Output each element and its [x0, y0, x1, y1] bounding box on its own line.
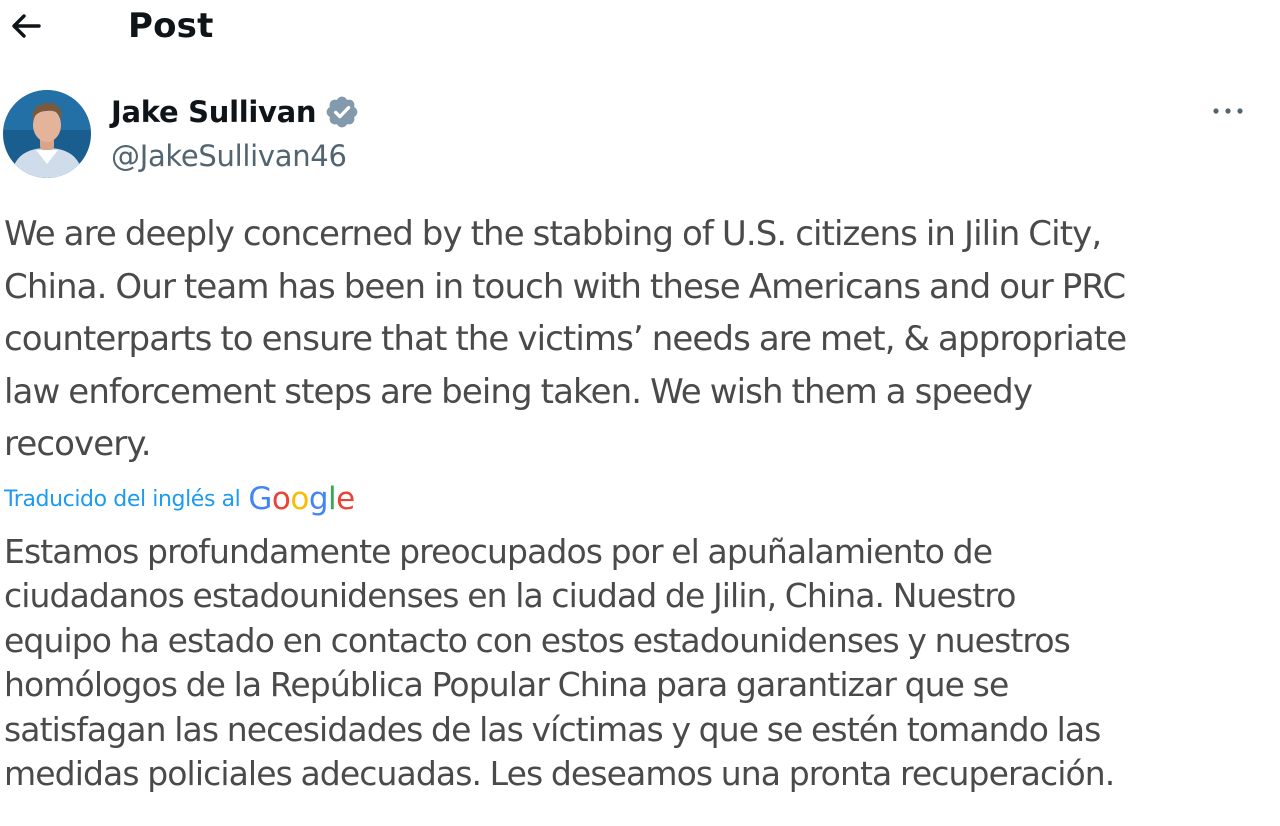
translation-attribution: Traducido del inglés al Google — [4, 480, 355, 520]
more-options-button[interactable] — [1206, 96, 1250, 126]
top-bar: Post — [0, 0, 1280, 60]
post-text: We are deeply concerned by the stabbing … — [4, 214, 1127, 464]
back-button[interactable] — [6, 6, 46, 46]
verified-badge-icon — [326, 96, 358, 128]
google-logo[interactable]: Google — [248, 479, 355, 519]
author-handle[interactable]: @JakeSullivan46 — [111, 136, 347, 176]
author-row: Jake Sullivan — [111, 92, 360, 132]
avatar[interactable] — [3, 90, 91, 178]
display-name[interactable]: Jake Sullivan — [111, 92, 317, 132]
translated-post-text: Estamos profundamente preocupados por el… — [4, 532, 1115, 794]
translation-label[interactable]: Traducido del inglés al — [4, 480, 241, 520]
arrow-left-icon — [12, 14, 41, 38]
page-title: Post — [128, 6, 214, 46]
more-horizontal-icon — [1213, 108, 1243, 114]
